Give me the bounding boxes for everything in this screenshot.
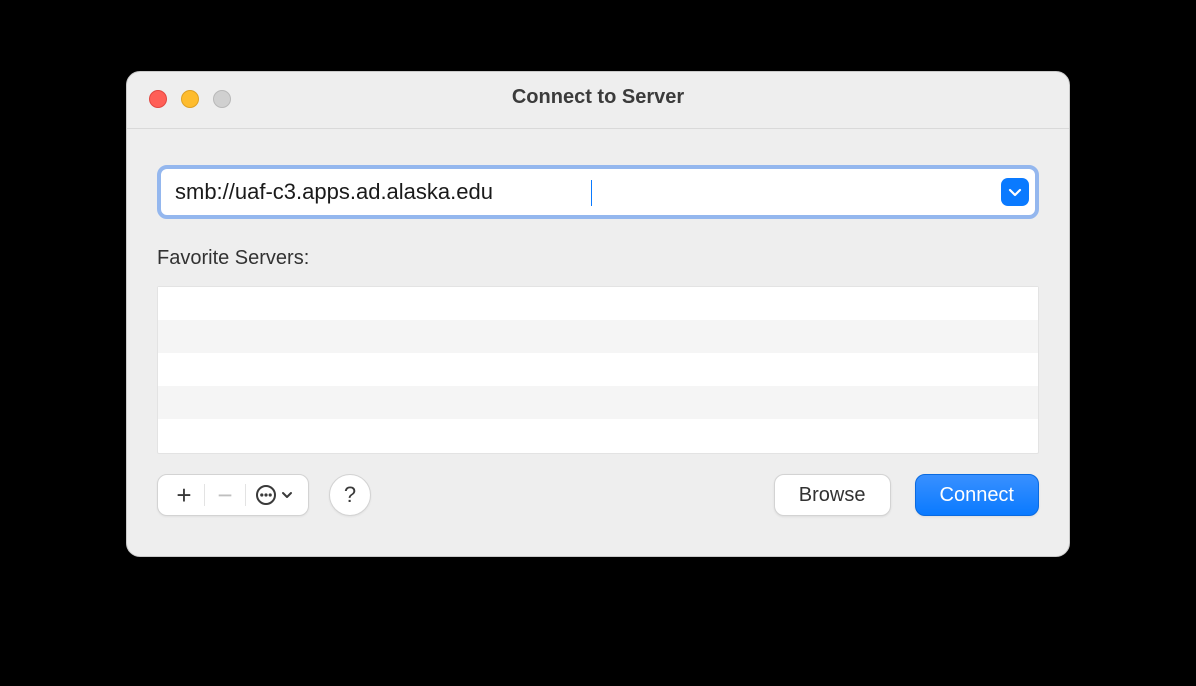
- browse-label: Browse: [799, 484, 866, 507]
- connect-to-server-window: Connect to Server Favorite Servers:: [126, 71, 1070, 557]
- list-row[interactable]: [158, 353, 1038, 386]
- history-dropdown-button[interactable]: [1001, 178, 1029, 206]
- text-caret: [591, 180, 592, 206]
- favorites-edit-segment: + −: [157, 474, 309, 516]
- browse-button[interactable]: Browse: [774, 474, 891, 516]
- chevron-down-icon: [1008, 185, 1022, 199]
- titlebar: Connect to Server: [127, 72, 1069, 129]
- ellipsis-circle-icon: [255, 484, 277, 506]
- list-row[interactable]: [158, 419, 1038, 452]
- chevron-down-icon: [281, 489, 293, 501]
- list-row[interactable]: [158, 386, 1038, 419]
- window-body: Favorite Servers: + −: [127, 129, 1069, 542]
- list-row[interactable]: [158, 320, 1038, 353]
- connect-label: Connect: [940, 484, 1015, 507]
- server-address-combobox[interactable]: [157, 165, 1039, 219]
- list-row[interactable]: [158, 287, 1038, 320]
- server-address-input[interactable]: [161, 169, 1001, 215]
- favorites-action-menu[interactable]: [246, 475, 302, 515]
- favorite-servers-list[interactable]: [157, 286, 1039, 454]
- plus-icon: +: [176, 480, 191, 511]
- window-title: Connect to Server: [127, 86, 1069, 109]
- favorites-label: Favorite Servers:: [157, 247, 1039, 270]
- connect-button[interactable]: Connect: [915, 474, 1040, 516]
- minus-icon: −: [217, 480, 232, 511]
- remove-favorite-button: −: [205, 475, 245, 515]
- footer-toolbar: + −: [157, 474, 1039, 516]
- help-icon: ?: [344, 482, 356, 508]
- add-favorite-button[interactable]: +: [164, 475, 204, 515]
- help-button[interactable]: ?: [329, 474, 371, 516]
